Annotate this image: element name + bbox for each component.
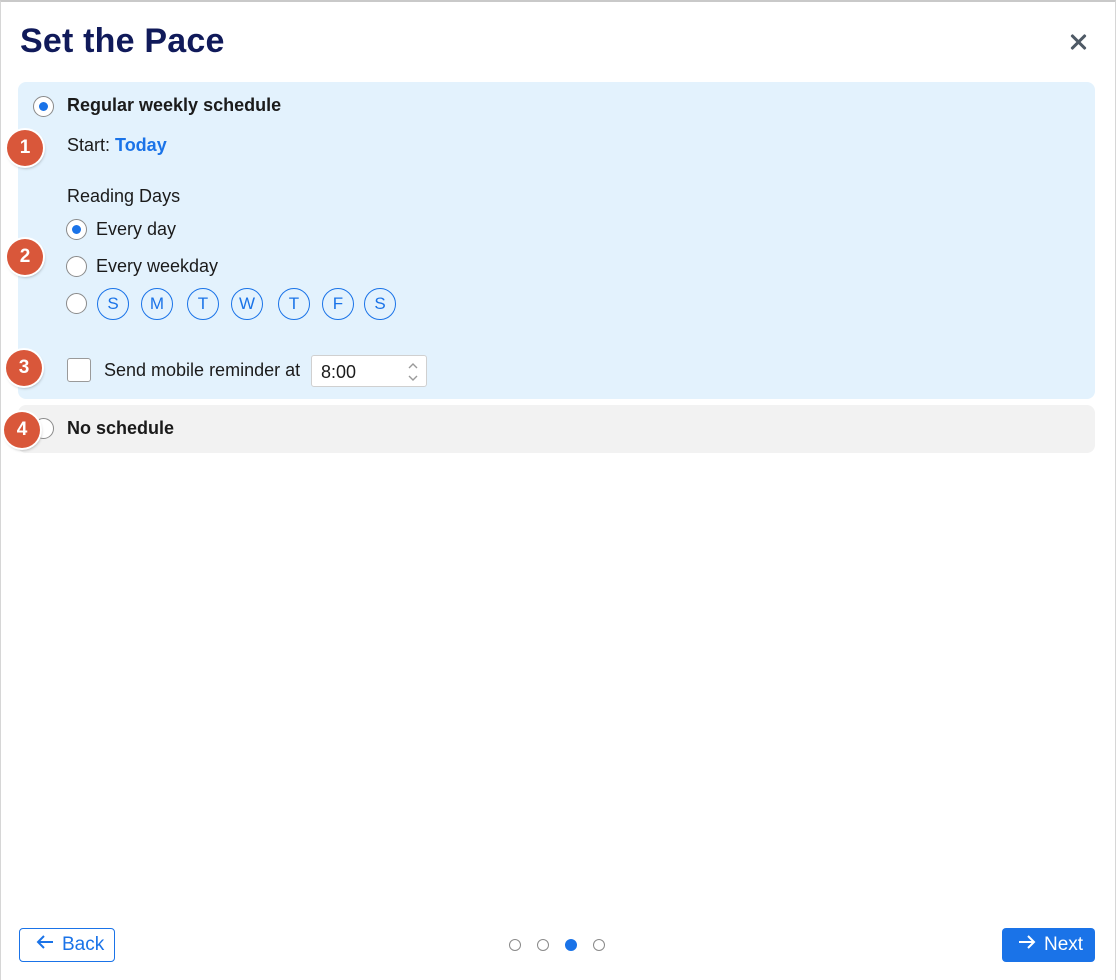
step-marker-2: 2 (7, 239, 43, 275)
pagination-dot-1[interactable] (509, 939, 521, 951)
pagination-dot-3[interactable] (565, 939, 577, 951)
day-wednesday-button[interactable]: W (231, 288, 263, 320)
no-schedule-panel (18, 405, 1095, 453)
day-saturday-button[interactable]: S (364, 288, 396, 320)
back-button-label: Back (62, 934, 105, 955)
day-friday-button[interactable]: F (322, 288, 354, 320)
reading-days-label: Reading Days (67, 186, 181, 206)
day-sunday-button[interactable]: S (97, 288, 129, 320)
regular-schedule-label: Regular weekly schedule (67, 95, 282, 115)
next-button[interactable]: Next (1002, 928, 1095, 962)
no-schedule-label: No schedule (67, 418, 175, 438)
every-day-label: Every day (96, 219, 177, 239)
mobile-reminder-label: Send mobile reminder at (104, 360, 301, 380)
pagination-dot-2[interactable] (537, 939, 549, 951)
day-tuesday-button[interactable]: T (187, 288, 219, 320)
reminder-time-input[interactable]: 8:00 (311, 355, 427, 387)
step-marker-1: 1 (7, 130, 43, 166)
reminder-time-value: 8:00 (321, 362, 357, 382)
set-the-pace-dialog: Set the Pace Regular weekly schedule Sta… (0, 0, 1116, 980)
pagination-dot-4[interactable] (593, 939, 605, 951)
step-marker-3: 3 (6, 350, 42, 386)
chevron-down-icon[interactable] (408, 375, 418, 382)
arrow-right-icon (1018, 934, 1036, 956)
dialog-title: Set the Pace (20, 22, 225, 60)
mobile-reminder-checkbox[interactable] (67, 358, 91, 382)
back-button[interactable]: Back (19, 928, 115, 962)
every-weekday-label: Every weekday (96, 256, 219, 276)
every-day-radio[interactable] (66, 219, 87, 240)
close-icon[interactable] (1065, 30, 1091, 56)
start-row: Start: Today (67, 135, 167, 156)
regular-schedule-panel (18, 82, 1095, 399)
day-thursday-button[interactable]: T (278, 288, 310, 320)
chevron-up-icon[interactable] (408, 362, 418, 369)
day-monday-button[interactable]: M (141, 288, 173, 320)
custom-days-radio[interactable] (66, 293, 87, 314)
every-weekday-radio[interactable] (66, 256, 87, 277)
next-button-label: Next (1044, 934, 1084, 955)
step-marker-4: 4 (4, 412, 40, 448)
start-date-link[interactable]: Today (115, 135, 167, 155)
start-label: Start: (67, 135, 111, 155)
arrow-left-icon (36, 934, 54, 956)
regular-schedule-radio[interactable] (33, 96, 54, 117)
